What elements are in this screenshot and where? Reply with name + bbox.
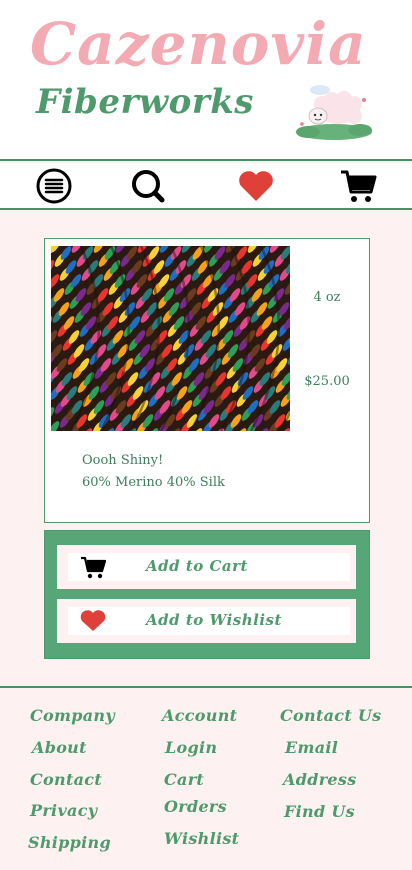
product-weight: 4 oz — [313, 290, 341, 305]
footer-link-orders[interactable]: Orders — [164, 797, 227, 816]
product-actions: Add to Cart Add to Wishlist — [44, 530, 370, 659]
footer-link-privacy[interactable]: Privacy — [30, 801, 97, 820]
heart-icon — [239, 171, 273, 201]
footer-link-cart[interactable]: Cart — [164, 770, 204, 789]
footer-link-address[interactable]: Address — [283, 770, 357, 789]
menu-button[interactable] — [34, 167, 74, 205]
menu-icon — [36, 168, 72, 204]
product-fiber: 60% Merino 40% Silk — [82, 475, 225, 490]
search-icon — [132, 170, 165, 203]
site-footer: Company About Contact Privacy Shipping A… — [0, 686, 412, 870]
add-to-cart-label: Add to Cart — [146, 557, 248, 575]
product-name: Oooh Shiny! — [82, 453, 164, 468]
footer-link-shipping[interactable]: Shipping — [28, 833, 111, 852]
footer-link-find-us[interactable]: Find Us — [284, 802, 355, 821]
footer-link-wishlist[interactable]: Wishlist — [164, 829, 239, 848]
add-to-wishlist-button[interactable]: Add to Wishlist — [57, 599, 356, 643]
add-to-wishlist-inner[interactable]: Add to Wishlist — [68, 607, 350, 635]
footer-link-about[interactable]: About — [32, 738, 87, 757]
add-to-cart-button[interactable]: Add to Cart — [57, 545, 356, 589]
sheep-on-grass-icon — [296, 85, 372, 140]
search-button[interactable] — [128, 167, 168, 205]
brand-name-line2[interactable]: Fiberworks — [36, 82, 254, 122]
cart-icon — [81, 556, 106, 579]
add-to-wishlist-label: Add to Wishlist — [146, 611, 282, 629]
footer-link-contact[interactable]: Contact — [30, 770, 102, 789]
footer-link-email[interactable]: Email — [285, 738, 338, 757]
product-price: $25.00 — [304, 374, 350, 389]
site-header: Cazenovia Fiberworks — [0, 0, 412, 161]
product-card: 4 oz $25.00 Oooh Shiny! 60% Merino 40% S… — [44, 238, 370, 523]
wishlist-nav-button[interactable] — [236, 167, 276, 205]
heart-icon — [80, 610, 106, 631]
add-to-cart-inner[interactable]: Add to Cart — [68, 553, 350, 581]
cart-nav-button[interactable] — [338, 167, 378, 205]
nav-bar — [0, 163, 412, 210]
footer-link-account[interactable]: Account — [162, 706, 237, 725]
brand-name-line1[interactable]: Cazenovia — [30, 10, 367, 78]
footer-link-company[interactable]: Company — [30, 706, 115, 725]
cart-icon — [341, 170, 377, 202]
footer-link-contact-us[interactable]: Contact Us — [280, 706, 381, 725]
rainbow-yarn-skein-image[interactable] — [51, 246, 290, 431]
footer-link-login[interactable]: Login — [165, 738, 217, 757]
